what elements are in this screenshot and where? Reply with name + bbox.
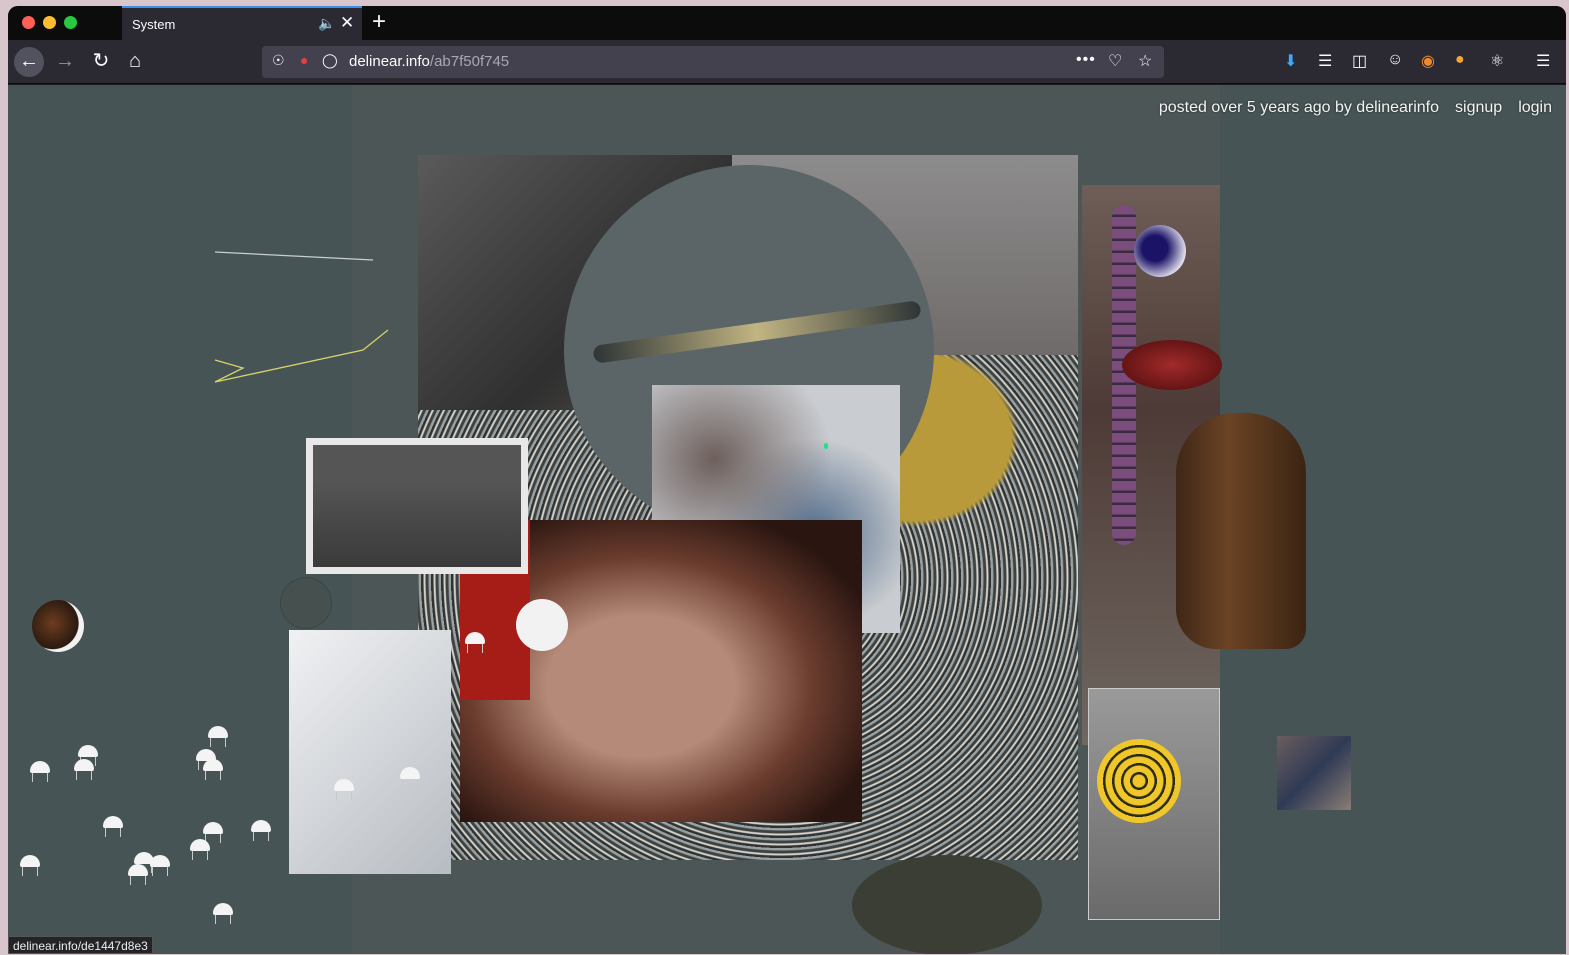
tab-system[interactable]: System 🔈 ✕ [122, 6, 362, 40]
jellyfish-icon[interactable] [465, 632, 485, 654]
sidebar-icon[interactable]: ◫ [1352, 51, 1367, 71]
account-icon[interactable]: ☺ [1387, 51, 1403, 69]
red-gem-image [1122, 340, 1222, 390]
tab-strip: System 🔈 ✕ + [8, 6, 1566, 40]
jellyfish-icon[interactable] [334, 779, 354, 801]
jellyfish-icon[interactable] [128, 864, 148, 886]
extension-coin-icon[interactable]: ● [1455, 51, 1465, 69]
jellyfish-icon[interactable] [213, 903, 233, 925]
url-host: delinear.info [349, 53, 430, 70]
page-header-links: posted over 5 years ago by delinearinfo … [1159, 99, 1552, 117]
extension-atom-icon[interactable]: ⚛ [1490, 51, 1504, 71]
maximize-window-button[interactable] [64, 16, 77, 29]
forward-arrow-icon[interactable]: → [50, 47, 80, 77]
signup-link[interactable]: signup [1455, 99, 1502, 117]
yellow-strings [214, 251, 389, 383]
jellyfish-icon[interactable] [103, 816, 123, 838]
yellow-hose-coil [1097, 739, 1181, 823]
pocket-icon[interactable]: ♡ [1108, 51, 1122, 71]
jellyfish-icon[interactable] [190, 839, 210, 861]
framed-photo[interactable] [306, 438, 528, 574]
jellyfish-icon[interactable] [74, 759, 94, 781]
branch-photo[interactable] [289, 630, 451, 874]
shield-icon[interactable]: ☉ [272, 52, 285, 69]
star-icon[interactable]: ☆ [1138, 51, 1152, 71]
bottom-oval-image [852, 855, 1042, 954]
back-arrow-icon[interactable]: ← [14, 47, 44, 77]
download-icon[interactable]: ⬇ [1284, 51, 1297, 71]
tracking-protection-icon[interactable]: ◯ [322, 52, 338, 69]
jellyfish-icon[interactable] [251, 820, 271, 842]
tab-title: System [132, 17, 176, 32]
minimize-window-button[interactable] [43, 16, 56, 29]
new-tab-button[interactable]: + [372, 8, 386, 36]
small-thumbnail[interactable] [1277, 736, 1351, 810]
login-link[interactable]: login [1518, 99, 1552, 117]
hamburger-menu-icon[interactable]: ☰ [1536, 51, 1550, 71]
orb-image[interactable] [1134, 225, 1186, 277]
jellyfish-icon[interactable] [30, 761, 50, 783]
hair-image[interactable] [1176, 413, 1306, 649]
permissions-icon[interactable]: ● [300, 52, 308, 68]
speaker-icon[interactable]: 🔈 [318, 15, 335, 32]
address-bar[interactable]: ☉ ● ◯ delinear.info/ab7f50f745 ••• ♡ ☆ [262, 46, 1164, 78]
jellyfish-icon[interactable] [208, 726, 228, 748]
framed-photo-content [313, 445, 521, 567]
white-disk[interactable] [516, 599, 568, 651]
url-path: /ab7f50f745 [429, 53, 510, 70]
browser-window: System 🔈 ✕ + ← → ↻ ⌂ ☉ ● ◯ delinear.info… [8, 6, 1566, 954]
navigation-toolbar: ← → ↻ ⌂ ☉ ● ◯ delinear.info/ab7f50f745 •… [8, 40, 1566, 84]
avatar[interactable] [32, 600, 84, 652]
url-text[interactable]: delinear.info/ab7f50f745 [349, 53, 509, 70]
page-actions-icon[interactable]: ••• [1076, 51, 1096, 69]
jellyfish-icon[interactable] [150, 855, 170, 877]
page-content: posted over 5 years ago by delinearinfo … [8, 85, 1566, 954]
cube-dot [824, 443, 828, 449]
close-tab-icon[interactable]: ✕ [340, 13, 354, 33]
jellyfish-icon[interactable] [400, 767, 420, 789]
jellyfish-icon[interactable] [203, 759, 223, 781]
post-meta-text[interactable]: posted over 5 years ago by delinearinfo [1159, 99, 1439, 117]
extension-fox-icon[interactable]: ◉ [1421, 51, 1435, 71]
library-icon[interactable]: ☰ [1318, 51, 1332, 71]
reload-icon[interactable]: ↻ [86, 47, 116, 77]
close-window-button[interactable] [22, 16, 35, 29]
status-bar: delinear.info/de1447d8e3 [8, 936, 153, 954]
yellow-hose-image[interactable] [1088, 688, 1220, 920]
shadow-circle [280, 577, 332, 629]
jellyfish-icon[interactable] [20, 855, 40, 877]
home-icon[interactable]: ⌂ [120, 47, 150, 77]
